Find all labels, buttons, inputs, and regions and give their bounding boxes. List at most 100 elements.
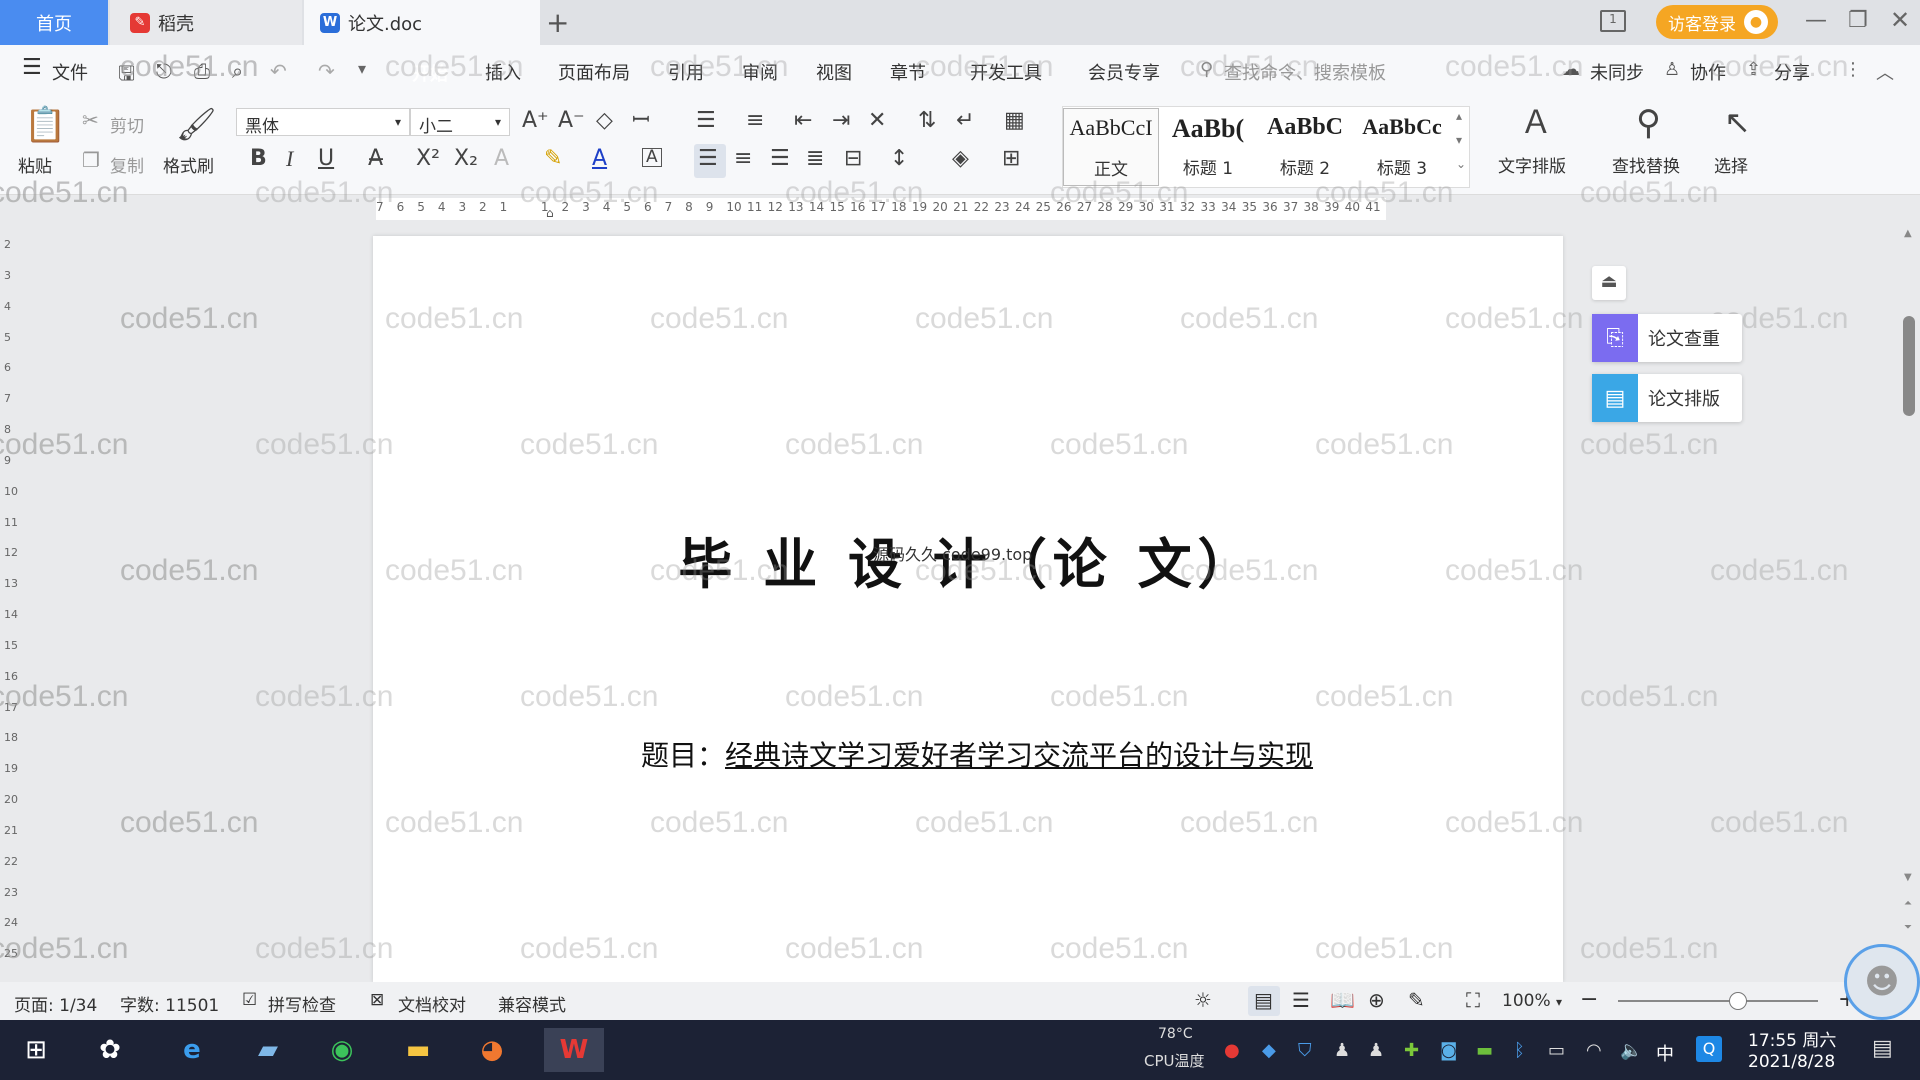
tray-qq2-icon[interactable]: ♟ xyxy=(1368,1040,1384,1061)
gallery-up-icon[interactable]: ▴ xyxy=(1456,110,1462,122)
subscript-icon[interactable]: X₂ xyxy=(454,148,478,170)
align-right-icon[interactable]: ☰ xyxy=(770,148,790,170)
char-border-icon[interactable]: A xyxy=(642,148,662,167)
scroll-up-icon[interactable]: ▲ xyxy=(1904,228,1912,239)
paper-layout-button[interactable]: ▤ 论文排版 xyxy=(1592,374,1742,422)
document-page[interactable]: 毕 业 设 计（论 文） 源码久久 code99.top 题目：经典诗文学习爱好… xyxy=(373,236,1563,982)
strikethrough-icon[interactable]: A̶ xyxy=(368,148,383,170)
increase-indent-icon[interactable]: ⇥ xyxy=(832,110,850,132)
wps-taskbar-icon[interactable]: W xyxy=(544,1028,604,1072)
text-effect-icon[interactable]: A xyxy=(494,148,509,170)
clock-date[interactable]: 2021/8/28 xyxy=(1748,1052,1835,1072)
close-icon[interactable]: ✕ xyxy=(1890,6,1910,34)
underline-icon[interactable]: U xyxy=(318,148,334,170)
guest-login-button[interactable]: 访客登录 ● xyxy=(1656,5,1778,39)
wifi-icon[interactable]: ◠ xyxy=(1586,1040,1602,1061)
menu-tab-review[interactable]: 审阅 xyxy=(742,59,778,85)
select-button[interactable]: 选择 xyxy=(1714,152,1748,177)
font-size-select[interactable]: 小二 ▾ xyxy=(410,108,510,137)
bullet-list-icon[interactable]: ☰ xyxy=(696,110,716,132)
word-count[interactable]: 字数: 11501 xyxy=(120,991,219,1016)
collapse-ribbon-icon[interactable]: ︿ xyxy=(1876,59,1894,85)
windows-start-icon[interactable]: ⊞ xyxy=(12,1028,60,1072)
output-icon[interactable]: ⎋ xyxy=(156,59,172,83)
chinese-layout-icon[interactable]: ✕ xyxy=(868,110,886,132)
menu-tab-insert[interactable]: 插入 xyxy=(485,59,521,85)
menu-tab-chapter[interactable]: 章节 xyxy=(890,59,926,85)
tray-q-icon[interactable]: Q xyxy=(1696,1036,1722,1062)
find-replace-icon[interactable]: ⚲ xyxy=(1636,106,1661,140)
restore-icon[interactable]: ❐ xyxy=(1848,8,1868,33)
taskbar-app-360-icon[interactable]: ◉ xyxy=(318,1028,366,1072)
save-icon[interactable]: 🖫 xyxy=(118,59,135,93)
highlight-icon[interactable]: ✎ xyxy=(544,148,562,170)
line-spacing-icon[interactable]: ↕ xyxy=(890,148,908,170)
menu-tab-developer[interactable]: 开发工具 xyxy=(970,59,1042,85)
taskbar-app-notebook-icon[interactable]: ▰ xyxy=(244,1028,292,1072)
menu-tab-page-layout[interactable]: 页面布局 xyxy=(558,59,630,85)
justify-icon[interactable]: ≣ xyxy=(806,148,824,170)
text-layout-button[interactable]: 文字排版 xyxy=(1498,152,1566,177)
window-layout-icon[interactable]: 1 xyxy=(1600,10,1626,32)
zoom-slider-knob[interactable] xyxy=(1729,992,1747,1010)
unsynced-button[interactable]: 未同步 xyxy=(1590,59,1644,85)
outline-view-icon[interactable]: ☰ xyxy=(1292,988,1310,1012)
bluetooth-icon[interactable]: ᛒ xyxy=(1514,1040,1525,1061)
zoom-out-icon[interactable]: − xyxy=(1580,987,1598,1012)
select-cursor-icon[interactable]: ↖ xyxy=(1724,106,1751,138)
paper-check-button[interactable]: ⎘ 论文查重 xyxy=(1592,314,1742,362)
gallery-down-icon[interactable]: ▾ xyxy=(1456,134,1462,146)
eye-protect-icon[interactable]: ☼ xyxy=(1194,988,1212,1012)
taskbar-app-pinwheel-icon[interactable]: ✿ xyxy=(86,1028,134,1072)
proofread-button[interactable]: 文档校对 xyxy=(398,991,466,1016)
file-explorer-icon[interactable]: ▬ xyxy=(394,1028,442,1072)
style-normal[interactable]: AaBbCcI 正文 xyxy=(1063,108,1159,186)
fit-page-icon[interactable]: ⛶ xyxy=(1466,988,1480,1012)
numbered-list-icon[interactable]: ≡ xyxy=(746,110,764,132)
menu-tab-home[interactable]: 开始 xyxy=(412,60,448,86)
menu-file[interactable]: 文件 xyxy=(52,59,88,85)
print-preview-icon[interactable]: ⌕ xyxy=(232,59,243,83)
quick-access-dropdown-icon[interactable]: ▾ xyxy=(358,59,366,78)
find-replace-button[interactable]: 查找替换 xyxy=(1612,152,1680,177)
write-mode-icon[interactable]: ✎ xyxy=(1408,988,1425,1012)
tab-daoke[interactable]: ✎ 稻壳 xyxy=(110,0,302,45)
distribute-icon[interactable]: ⊟ xyxy=(844,148,862,170)
sort-icon[interactable]: ⇅ xyxy=(918,110,936,132)
undo-icon[interactable]: ↶ xyxy=(270,59,287,83)
copy-button[interactable]: 复制 xyxy=(110,152,144,177)
copy-icon[interactable]: ❐ xyxy=(82,150,100,170)
font-name-select[interactable]: 黑体 ▾ xyxy=(236,108,410,137)
new-tab-button[interactable]: + xyxy=(546,6,569,39)
tray-network-app-icon[interactable]: ◆ xyxy=(1262,1040,1276,1061)
ime-indicator[interactable]: 中 xyxy=(1656,1040,1674,1066)
decrease-indent-icon[interactable]: ⇤ xyxy=(794,110,812,132)
spell-check-button[interactable]: 拼写检查 xyxy=(268,991,336,1016)
scroll-down-icon[interactable]: ▼ xyxy=(1904,872,1912,883)
command-search-input[interactable]: 查找命令、搜索模板 xyxy=(1224,59,1386,85)
share-button[interactable]: 分享 xyxy=(1774,59,1810,85)
tab-home[interactable]: 首页 xyxy=(0,0,108,45)
next-page-icon[interactable]: ⏷ xyxy=(1904,922,1912,933)
scrollbar-thumb[interactable] xyxy=(1903,316,1915,416)
format-painter-icon[interactable]: 🖌 xyxy=(176,108,217,140)
tray-shield-icon[interactable]: ⛉ xyxy=(1298,1040,1312,1061)
text-layout-icon[interactable]: Ａ xyxy=(1520,106,1552,138)
style-heading-2[interactable]: AaBbC 标题 2 xyxy=(1257,108,1353,186)
superscript-icon[interactable]: X² xyxy=(416,148,440,170)
bold-icon[interactable]: B xyxy=(250,148,267,170)
zoom-slider[interactable] xyxy=(1618,992,1818,1010)
taskbar-app-game-icon[interactable]: ◕ xyxy=(468,1028,516,1072)
tray-app-icon[interactable]: ◙ xyxy=(1440,1040,1457,1061)
align-left-icon[interactable]: ☰ xyxy=(698,148,718,170)
show-marks-icon[interactable]: ↵ xyxy=(956,110,974,132)
menu-tab-member[interactable]: 会员专享 xyxy=(1088,59,1160,85)
shrink-font-icon[interactable]: A⁻ xyxy=(558,110,585,132)
side-panel-collapse-icon[interactable]: ⏏ xyxy=(1592,266,1626,300)
tray-plus-icon[interactable]: ✚ xyxy=(1404,1040,1419,1061)
paste-button[interactable]: 粘贴 xyxy=(18,152,52,177)
gallery-more-icon[interactable]: ⌄ xyxy=(1456,158,1466,170)
grow-font-icon[interactable]: A⁺ xyxy=(522,110,549,132)
clock-time[interactable]: 17:55 周六 xyxy=(1748,1026,1836,1051)
menu-tab-view[interactable]: 视图 xyxy=(816,59,852,85)
